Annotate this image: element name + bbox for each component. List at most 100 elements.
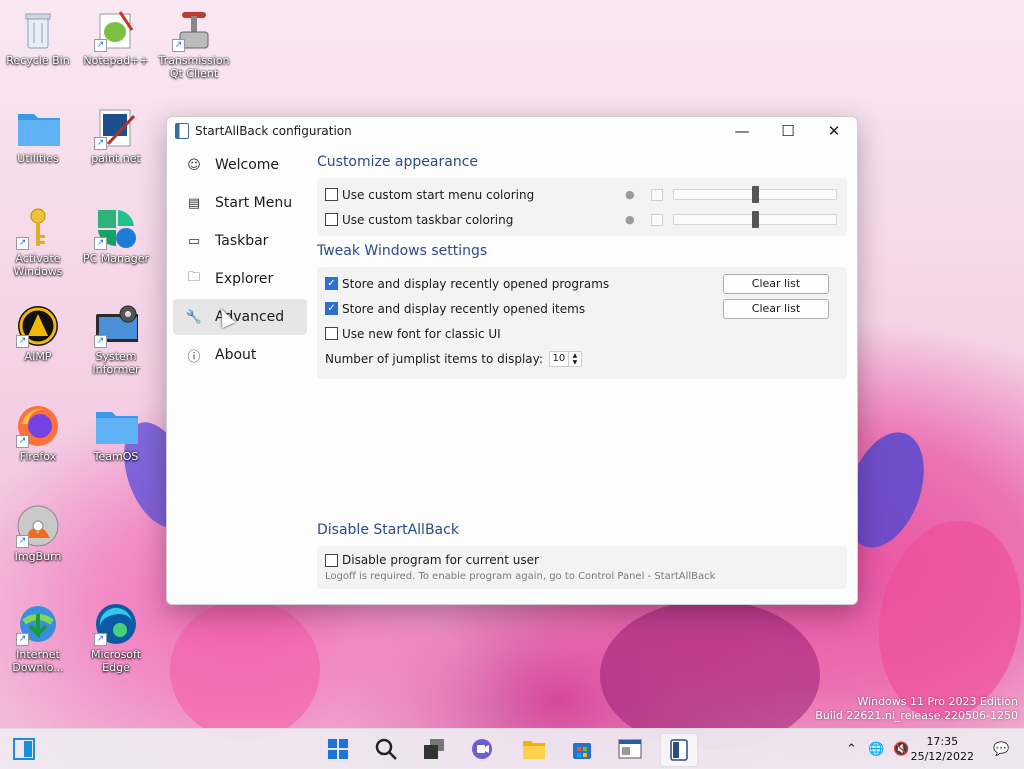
- desktop-icon-notepadpp[interactable]: ↗ Notepad++: [80, 8, 152, 67]
- section-title-tweaks: Tweak Windows settings: [317, 243, 488, 259]
- desktop-icon-label: ImgBurn: [14, 550, 62, 563]
- notepadpp-icon: ↗: [94, 8, 138, 52]
- sidebar-item-about[interactable]: ⓘ About: [173, 337, 307, 373]
- sidebar-item-welcome[interactable]: ☺ Welcome: [173, 147, 307, 183]
- recent-programs-checkbox[interactable]: ✓: [325, 277, 338, 290]
- desktop-icon-firefox[interactable]: ↗ Firefox: [2, 404, 74, 463]
- settings-content: Customize appearance Use custom start me…: [317, 147, 847, 589]
- desktop-icon-aimp[interactable]: ↗ AIMP: [2, 304, 74, 363]
- desktop-icon-edge[interactable]: ↗ Microsoft Edge: [80, 602, 152, 674]
- desktop-icon-label: Recycle Bin: [6, 54, 70, 67]
- sidebar-item-explorer[interactable]: 🗀 Explorer: [173, 261, 307, 297]
- start-color-slider[interactable]: [673, 186, 837, 203]
- stepper-down-icon[interactable]: ▼: [569, 359, 581, 366]
- desktop-icon-label: Activate Windows: [13, 252, 63, 278]
- taskbar-coloring-row: Use custom taskbar coloring ●: [325, 207, 839, 232]
- start-icon[interactable]: [320, 733, 356, 765]
- os-watermark: Windows 11 Pro 2023 Edition Build 22621.…: [815, 695, 1018, 723]
- sidebar-item-taskbar[interactable]: ▭ Taskbar: [173, 223, 307, 259]
- disable-program-checkbox[interactable]: [325, 553, 338, 567]
- start-menu-icon: ▤: [187, 195, 201, 211]
- wallpaper-petal: [170, 600, 320, 740]
- clear-list-items-button[interactable]: Clear list: [723, 298, 829, 319]
- edge-icon: ↗: [94, 602, 138, 646]
- sidebar-item-label: Welcome: [215, 157, 280, 173]
- desktop-icon-label: PC Manager: [82, 252, 150, 265]
- paintnet-icon: ↗: [94, 106, 138, 150]
- info-icon: ⓘ: [187, 349, 201, 365]
- classic-font-checkbox[interactable]: [325, 327, 338, 340]
- desktop-icon-label: Internet Downlo...: [12, 648, 64, 674]
- stepper-up-icon[interactable]: ▲: [569, 352, 581, 359]
- desktop-icon-teamos[interactable]: TeamOS: [80, 404, 152, 463]
- taskbar-coloring-checkbox[interactable]: [325, 213, 338, 226]
- desktop-icon-system-informer[interactable]: ↗ System Informer: [80, 304, 152, 376]
- sidebar-item-start-menu[interactable]: ▤ Start Menu: [173, 185, 307, 221]
- show-hidden-icons-icon[interactable]: ⌃: [846, 729, 857, 769]
- color-swatch[interactable]: [651, 213, 663, 226]
- folder-icon: 🗀: [187, 270, 201, 285]
- globe-download-icon: ↗: [16, 602, 60, 646]
- taskbar-color-slider[interactable]: [673, 211, 837, 228]
- sidebar-item-advanced[interactable]: 🔧 Advanced: [173, 299, 307, 335]
- store-icon[interactable]: [564, 733, 600, 765]
- desktop-icon-recycle-bin[interactable]: Recycle Bin: [2, 8, 74, 67]
- wrench-icon: 🔧: [185, 309, 203, 325]
- system-clock[interactable]: 17:35 25/12/2022: [911, 734, 974, 764]
- desktop-icon-utilities[interactable]: Utilities: [2, 106, 74, 165]
- title-bar[interactable]: StartAllBack configuration — ☐ ✕: [167, 117, 857, 145]
- desktop-icon-label: Utilities: [17, 152, 59, 165]
- smile-icon: ☺: [187, 157, 201, 173]
- tweaks-panel: ✓ Store and display recently opened prog…: [317, 267, 847, 379]
- droplet-icon: ●: [625, 213, 635, 226]
- sidebar-item-label: Explorer: [215, 271, 274, 287]
- maximize-icon[interactable]: ☐: [765, 117, 811, 145]
- sidebar-item-label: About: [215, 347, 257, 363]
- slider-thumb[interactable]: [752, 186, 759, 203]
- clock-date: 25/12/2022: [910, 750, 974, 763]
- desktop-icon-internet-download[interactable]: ↗ Internet Downlo...: [2, 602, 74, 674]
- network-globe-icon[interactable]: 🌐: [868, 729, 884, 769]
- recent-programs-row: ✓ Store and display recently opened prog…: [325, 271, 839, 296]
- search-icon[interactable]: [368, 733, 404, 765]
- file-explorer-icon[interactable]: [516, 733, 552, 765]
- clock-time: 17:35: [926, 735, 959, 748]
- classic-font-row: Use new font for classic UI: [325, 321, 839, 346]
- desktop-icon-pc-manager[interactable]: ↗ PC Manager: [80, 206, 152, 265]
- widgets-icon[interactable]: [6, 733, 42, 765]
- taskbar: ⌃ 🌐 🔇 17:35 25/12/2022 💬: [0, 728, 1024, 769]
- sidebar: ☺ Welcome ▤ Start Menu ▭ Taskbar 🗀 Explo…: [173, 147, 307, 375]
- minimize-icon[interactable]: —: [719, 117, 765, 145]
- color-swatch[interactable]: [651, 188, 663, 201]
- notifications-icon[interactable]: 💬: [993, 729, 1009, 769]
- recent-items-checkbox[interactable]: ✓: [325, 302, 338, 315]
- droplet-icon: ●: [625, 188, 635, 201]
- task-view-icon[interactable]: [416, 733, 452, 765]
- control-panel-icon[interactable]: [612, 733, 648, 765]
- disable-row: Disable program for current user: [325, 550, 839, 570]
- desktop-icon-transmission[interactable]: ↗ Transmission Qt Client: [158, 8, 230, 80]
- section-title-disable: Disable StartAllBack: [317, 522, 459, 538]
- jumplist-value[interactable]: 10: [548, 350, 569, 367]
- sidebar-item-label: Start Menu: [215, 195, 293, 211]
- clear-list-programs-button[interactable]: Clear list: [723, 273, 829, 294]
- desktop-icon-paintnet[interactable]: ↗ paint.net: [80, 106, 152, 165]
- desktop-icon-label: AIMP: [24, 350, 52, 363]
- jumplist-stepper[interactable]: 10 ▲ ▼: [548, 350, 582, 367]
- desktop-icon-label: TeamOS: [93, 450, 139, 463]
- teams-chat-icon[interactable]: [464, 733, 500, 765]
- desktop-icon-label: Notepad++: [83, 54, 149, 67]
- desktop-icon-imgburn[interactable]: ↗ ImgBurn: [2, 504, 74, 563]
- startallback-app-icon: [175, 123, 189, 139]
- section-title-appearance: Customize appearance: [317, 154, 478, 170]
- sidebar-item-label: Taskbar: [215, 233, 269, 249]
- start-coloring-row: Use custom start menu coloring ●: [325, 182, 839, 207]
- slider-thumb[interactable]: [752, 211, 759, 228]
- imgburn-icon: ↗: [16, 504, 60, 548]
- jumplist-label: Number of jumplist items to display:: [325, 351, 543, 366]
- volume-muted-icon[interactable]: 🔇: [893, 729, 909, 769]
- close-icon[interactable]: ✕: [811, 117, 857, 145]
- desktop-icon-activate-windows[interactable]: ↗ Activate Windows: [2, 206, 74, 278]
- start-coloring-checkbox[interactable]: [325, 188, 338, 201]
- startallback-taskbar-icon[interactable]: [660, 733, 698, 767]
